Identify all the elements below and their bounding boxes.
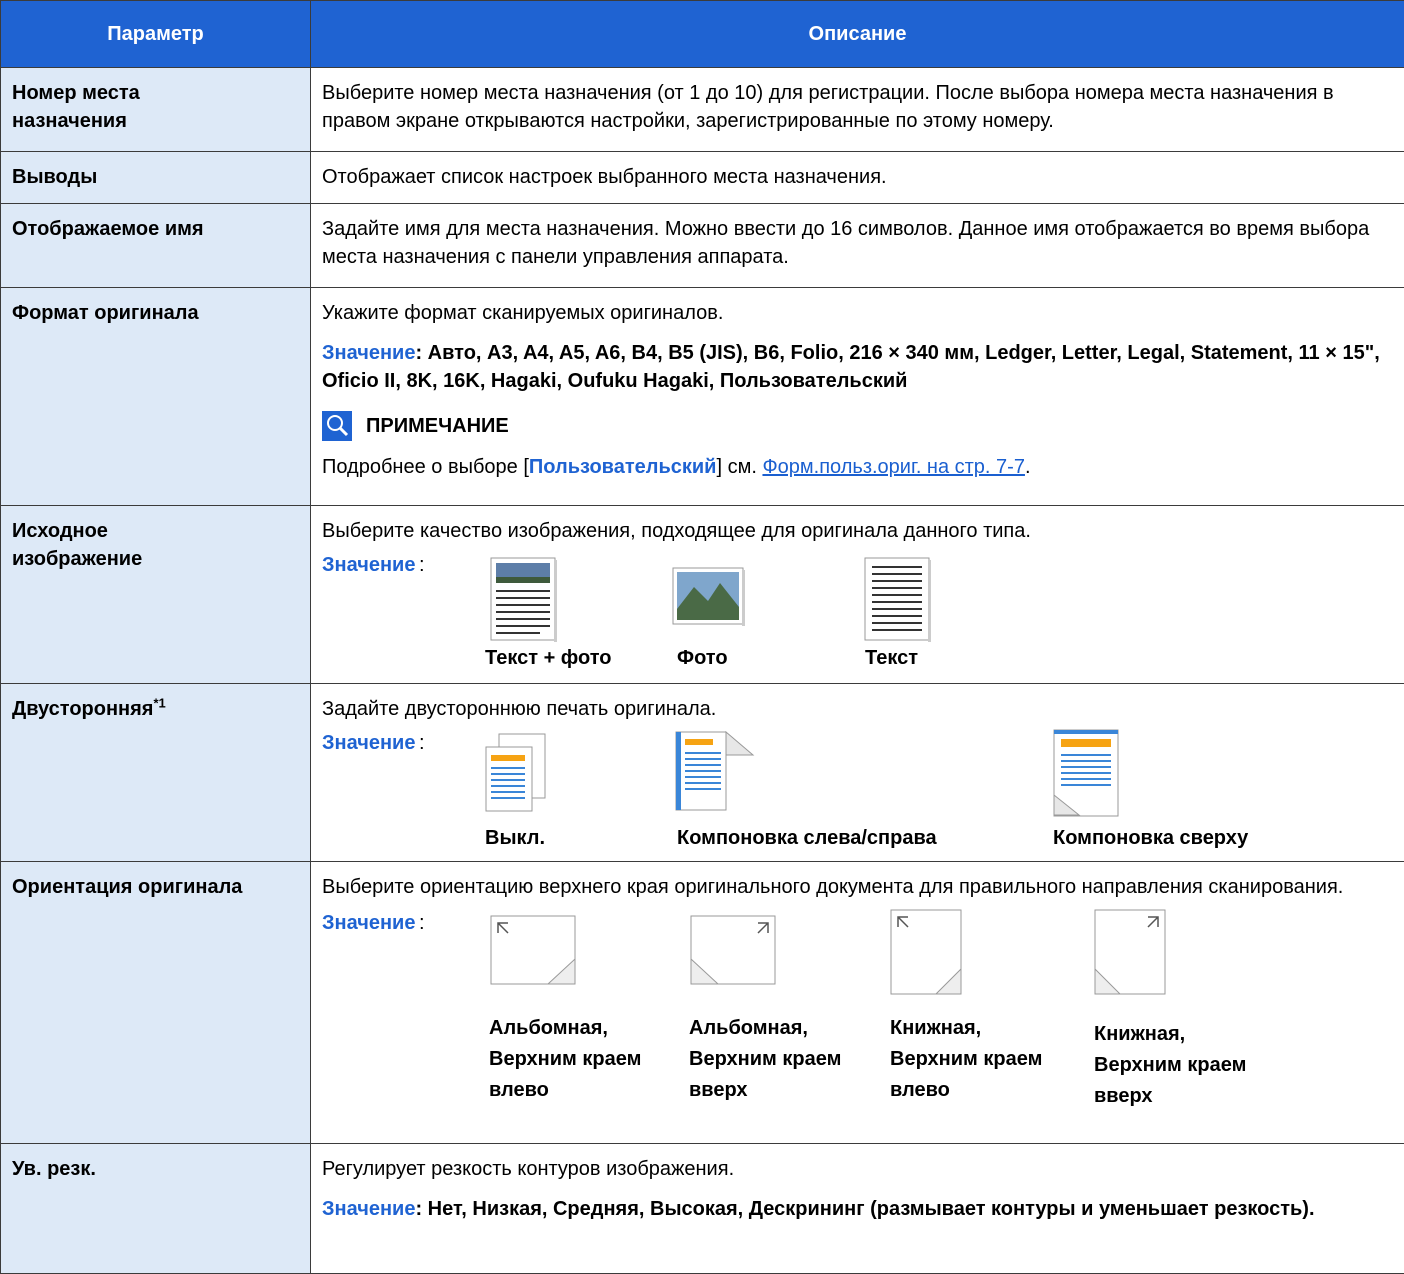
option-label: Фото [677, 643, 728, 673]
photo-icon [672, 567, 746, 635]
format-values: Значение: Авто, A3, A4, A5, A6, B4, B5 (… [322, 339, 1394, 395]
note-text-pre: Подробнее о выборе [ [322, 456, 529, 478]
param-name: Ориентация оригинала [1, 862, 311, 1144]
option-label: Книжная,Верхним краемвверх [1094, 1019, 1246, 1112]
sharpness-intro: Регулирует резкость контуров изображения… [322, 1155, 1394, 1183]
param-description: Выберите качество изображения, подходяще… [311, 506, 1404, 684]
table-row: Отображаемое имя Задайте имя для места н… [1, 204, 1404, 288]
option-label: Компоновка сверху [1053, 823, 1248, 853]
param-description: Выберите номер места назначения (от 1 до… [311, 68, 1404, 152]
option-label: Компоновка слева/справа [677, 823, 937, 853]
header-parameter: Параметр [1, 1, 311, 68]
table-row: Двусторонняя*1 Задайте двустороннюю печа… [1, 684, 1404, 862]
value-label: Значение [322, 1198, 415, 1220]
text-icon [864, 557, 932, 651]
param-description: Отображает список настроек выбранного ме… [311, 152, 1404, 204]
param-description: Регулирует резкость контуров изображения… [311, 1144, 1404, 1274]
portrait-up-icon [1094, 909, 1168, 1005]
portrait-left-icon [890, 909, 964, 1005]
value-label: Значение [322, 729, 415, 757]
orientation-intro: Выберите ориентацию верхнего края оригин… [322, 873, 1394, 901]
param-name: Формат оригинала [1, 288, 311, 506]
orientation-options: Значение: [322, 909, 1394, 1109]
param-description: Выберите ориентацию верхнего края оригин… [311, 862, 1404, 1144]
param-name: Исходное изображение [1, 506, 311, 684]
format-intro: Укажите формат сканируемых оригиналов. [322, 299, 1394, 327]
note-text-mid: ] см. [716, 456, 762, 478]
param-name: Отображаемое имя [1, 204, 311, 288]
option-label: Текст [865, 643, 918, 673]
param-name: Двусторонняя*1 [1, 684, 311, 862]
note-text-end: . [1025, 456, 1031, 478]
text-photo-icon [490, 557, 558, 651]
value-list: : Нет, Низкая, Средняя, Высокая, Дескрин… [415, 1198, 1314, 1220]
param-description: Задайте имя для места назначения. Можно … [311, 204, 1404, 288]
footnote-marker: *1 [153, 695, 165, 710]
param-name: Выводы [1, 152, 311, 204]
param-name-text: Двусторонняя [12, 698, 153, 720]
param-description: Укажите формат сканируемых оригиналов. З… [311, 288, 1404, 506]
option-label: Текст + фото [485, 643, 612, 673]
option-label: Альбомная,Верхним краемвлево [489, 1013, 641, 1106]
landscape-up-icon [690, 915, 778, 995]
table-row: Ув. резк. Регулирует резкость контуров и… [1, 1144, 1404, 1274]
table-row: Исходное изображение Выберите качество и… [1, 506, 1404, 684]
table-row: Формат оригинала Укажите формат сканируе… [1, 288, 1404, 506]
parameter-table: Параметр Описание Номер места назначения… [0, 0, 1404, 1274]
table-row: Номер места назначения Выберите номер ме… [1, 68, 1404, 152]
option-label: Книжная,Верхним краемвлево [890, 1013, 1042, 1106]
note-bold-term: Пользовательский [529, 456, 717, 478]
option-label: Выкл. [485, 823, 545, 853]
table-row: Ориентация оригинала Выберите ориентацию… [1, 862, 1404, 1144]
table-header-row: Параметр Описание [1, 1, 1404, 68]
value-label: Значение [322, 551, 415, 579]
duplex-off-icon [485, 733, 547, 823]
table-row: Выводы Отображает список настроек выбран… [1, 152, 1404, 204]
note-heading: ПРИМЕЧАНИЕ [322, 409, 1394, 443]
sharpness-values: Значение: Нет, Низкая, Средняя, Высокая,… [322, 1195, 1394, 1223]
landscape-left-icon [490, 915, 578, 995]
header-description: Описание [311, 1, 1404, 68]
param-name: Номер места назначения [1, 68, 311, 152]
value-list: : Авто, A3, A4, A5, A6, B4, B5 (JIS), B6… [322, 342, 1380, 392]
page-reference-link[interactable]: Форм.польз.ориг. на стр. 7-7 [762, 456, 1025, 478]
duplex-options: Значение: [322, 729, 1394, 849]
param-description: Задайте двустороннюю печать оригинала. З… [311, 684, 1404, 862]
value-label: Значение [322, 342, 415, 364]
note-text: Подробнее о выборе [Пользовательский] см… [322, 453, 1394, 481]
duplex-intro: Задайте двустороннюю печать оригинала. [322, 695, 1394, 723]
duplex-left-right-icon [675, 731, 757, 821]
note-title: ПРИМЕЧАНИЕ [366, 412, 509, 440]
note-icon [322, 411, 352, 441]
image-intro: Выберите качество изображения, подходяще… [322, 517, 1394, 545]
image-options: Значение: [322, 551, 1394, 671]
value-label: Значение [322, 909, 415, 937]
duplex-top-icon [1053, 729, 1123, 827]
param-name: Ув. резк. [1, 1144, 311, 1274]
option-label: Альбомная,Верхним краемвверх [689, 1013, 841, 1106]
